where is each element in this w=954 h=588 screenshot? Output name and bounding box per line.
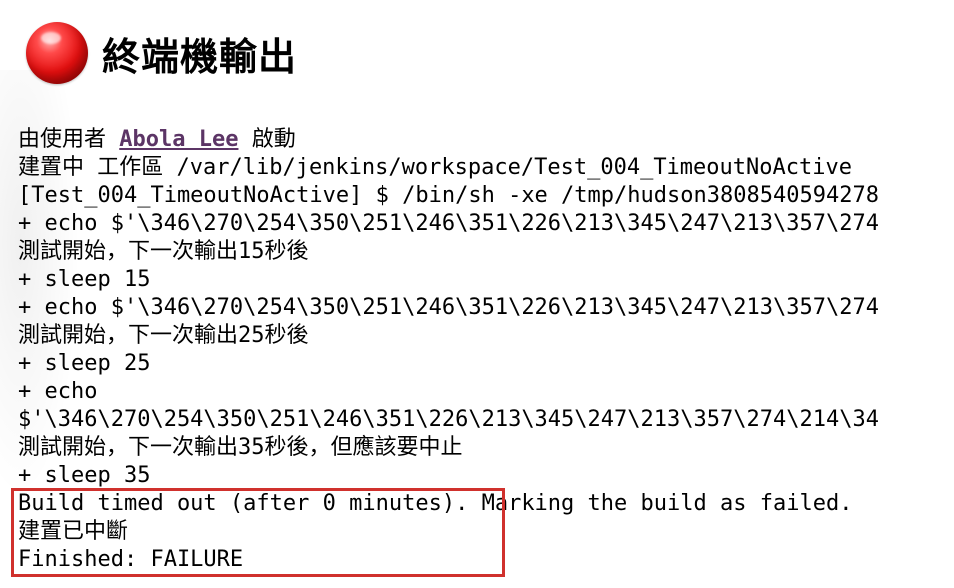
- started-by-suffix: 啟動: [238, 127, 296, 152]
- console-output: 由使用者 Abola Lee 啟動 建置中 工作區 /var/lib/jenki…: [18, 126, 954, 574]
- console-line: + echo: [18, 379, 98, 404]
- console-line: $'\346\270\254\350\251\246\351\226\213\3…: [18, 407, 879, 432]
- console-line: 測試開始，下一次輸出35秒後，但應該要中止: [18, 435, 463, 460]
- console-line: 測試開始，下一次輸出15秒後: [18, 239, 309, 264]
- console-line: Build timed out (after 0 minutes). Marki…: [18, 491, 853, 516]
- console-line: + sleep 15: [18, 267, 151, 292]
- console-line-started-by: 由使用者 Abola Lee 啟動: [18, 126, 954, 154]
- console-line: 測試開始，下一次輸出25秒後: [18, 323, 309, 348]
- red-ball-icon: [26, 22, 88, 84]
- user-link[interactable]: Abola Lee: [119, 127, 238, 152]
- page-header: 終端機輸出: [26, 22, 297, 84]
- console-line: + sleep 25: [18, 351, 151, 376]
- console-line: 建置已中斷: [18, 519, 129, 544]
- console-line: + echo $'\346\270\254\350\251\246\351\22…: [18, 211, 879, 236]
- console-line: 建置中 工作區 /var/lib/jenkins/workspace/Test_…: [18, 155, 852, 180]
- console-line: Finished: FAILURE: [18, 547, 244, 572]
- console-line: + sleep 35: [18, 463, 151, 488]
- console-line: + echo $'\346\270\254\350\251\246\351\22…: [18, 295, 879, 320]
- console-line: [Test_004_TimeoutNoActive] $ /bin/sh -xe…: [18, 183, 879, 208]
- page-title: 終端機輸出: [102, 34, 298, 79]
- started-by-prefix: 由使用者: [18, 127, 120, 152]
